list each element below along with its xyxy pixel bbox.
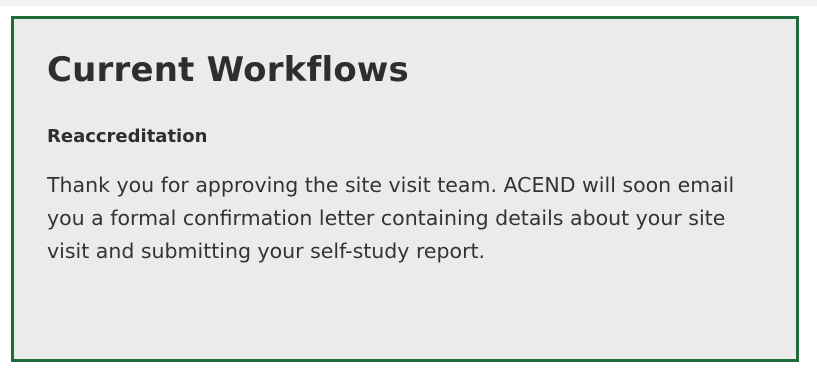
workflow-description: Thank you for approving the site visit t… (47, 173, 735, 263)
current-workflows-panel: Current Workflows Reaccreditation Thank … (11, 16, 799, 362)
workflow-name: Reaccreditation (47, 126, 208, 147)
top-divider (0, 0, 817, 6)
panel-title: Current Workflows (47, 50, 409, 90)
